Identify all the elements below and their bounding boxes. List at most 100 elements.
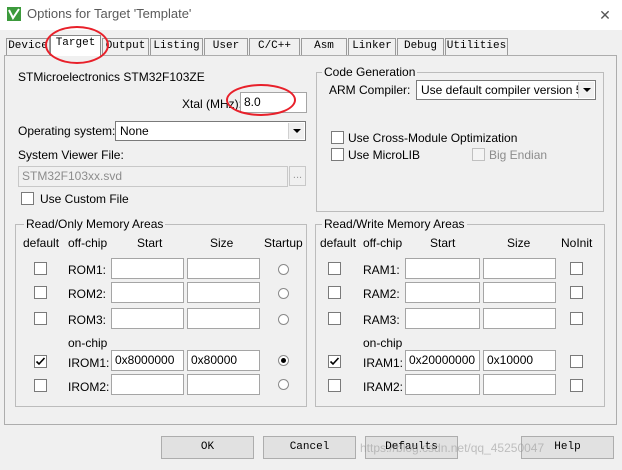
tab-output[interactable]: Output	[102, 38, 149, 55]
tab-asm[interactable]: Asm	[301, 38, 347, 55]
ro-header-offchip: off-chip	[68, 236, 108, 250]
tab-utilities[interactable]: Utilities	[445, 38, 508, 55]
svd-label: System Viewer File:	[18, 148, 124, 162]
rom1-start-input[interactable]	[111, 258, 184, 279]
ram2-start-input[interactable]	[405, 282, 480, 303]
rw-header-default: default	[320, 236, 357, 250]
os-select[interactable]: None	[115, 121, 306, 141]
xtal-label: Xtal (MHz):	[182, 97, 242, 111]
ram3-default-checkbox[interactable]	[328, 312, 341, 325]
rw-header-offchip: off-chip	[363, 236, 403, 250]
watermark: https://blog.csdn.net/qq_45250047	[360, 441, 545, 455]
ro-header-default: default	[23, 236, 60, 250]
iram1-label: IRAM1:	[363, 356, 404, 370]
rom3-start-input[interactable]	[111, 308, 184, 329]
code-generation-label: Code Generation	[322, 65, 418, 79]
ram2-default-checkbox[interactable]	[328, 286, 341, 299]
ram3-start-input[interactable]	[405, 308, 480, 329]
ram3-label: RAM3:	[363, 313, 400, 327]
rom3-startup-radio[interactable]	[278, 314, 289, 325]
irom1-label: IROM1:	[68, 356, 110, 370]
rom3-default-checkbox[interactable]	[34, 312, 47, 325]
rom1-label: ROM1:	[68, 263, 107, 277]
rom2-default-checkbox[interactable]	[34, 286, 47, 299]
rw-header-size: Size	[507, 236, 531, 250]
rom1-startup-radio[interactable]	[278, 264, 289, 275]
cross-module-optimization-checkbox[interactable]	[331, 131, 344, 144]
ram1-default-checkbox[interactable]	[328, 262, 341, 275]
rom1-size-input[interactable]	[187, 258, 260, 279]
rom2-size-input[interactable]	[187, 282, 260, 303]
arm-compiler-label: ARM Compiler:	[329, 83, 411, 97]
tab-listing[interactable]: Listing	[150, 38, 203, 55]
window-title: Options for Target 'Template'	[27, 6, 192, 21]
iram2-default-checkbox[interactable]	[328, 379, 341, 392]
use-custom-file-label: Use Custom File	[40, 192, 129, 206]
chevron-down-icon	[578, 82, 594, 98]
ok-button[interactable]: OK	[161, 436, 254, 459]
arm-compiler-select[interactable]: Use default compiler version 5	[416, 80, 596, 100]
tab-device[interactable]: Device	[6, 38, 50, 55]
tab-debug[interactable]: Debug	[397, 38, 444, 55]
ram3-noinit-checkbox[interactable]	[570, 312, 583, 325]
iram2-noinit-checkbox[interactable]	[570, 379, 583, 392]
os-label: Operating system:	[18, 124, 116, 138]
ram2-size-input[interactable]	[483, 282, 556, 303]
ram1-noinit-checkbox[interactable]	[570, 262, 583, 275]
irom2-default-checkbox[interactable]	[34, 379, 47, 392]
cancel-button[interactable]: Cancel	[263, 436, 356, 459]
ro-header-start: Start	[137, 236, 163, 250]
tab-linker[interactable]: Linker	[348, 38, 396, 55]
close-button[interactable]: ✕	[590, 2, 620, 28]
ram2-noinit-checkbox[interactable]	[570, 286, 583, 299]
ram1-label: RAM1:	[363, 263, 400, 277]
radio-selected-dot	[281, 358, 286, 363]
checkmark-icon	[329, 357, 340, 366]
iram2-size-input[interactable]	[483, 374, 556, 395]
cross-module-optimization-label: Use Cross-Module Optimization	[348, 131, 518, 145]
xtal-input[interactable]: 8.0	[240, 92, 307, 113]
tab-user[interactable]: User	[204, 38, 248, 55]
tab-cpp[interactable]: C/C++	[249, 38, 300, 55]
big-endian-checkbox	[472, 148, 485, 161]
microlib-label: Use MicroLIB	[348, 148, 421, 162]
readwrite-memory-label: Read/Write Memory Areas	[322, 217, 467, 231]
irom2-start-input[interactable]	[111, 374, 184, 395]
svd-file-input: STM32F103xx.svd	[18, 166, 288, 187]
irom1-size-input[interactable]: 0x80000	[187, 350, 260, 371]
close-icon: ✕	[599, 6, 611, 23]
rom3-size-input[interactable]	[187, 308, 260, 329]
keil-app-icon	[7, 7, 21, 21]
iram2-start-input[interactable]	[405, 374, 480, 395]
ram2-label: RAM2:	[363, 287, 400, 301]
iram1-size-input[interactable]: 0x10000	[483, 350, 556, 371]
irom2-size-input[interactable]	[187, 374, 260, 395]
rom2-label: ROM2:	[68, 287, 107, 301]
rw-header-noinit: NoInit	[561, 236, 593, 250]
ram1-size-input[interactable]	[483, 258, 556, 279]
rw-onchip-label: on-chip	[363, 336, 403, 350]
ro-header-startup: Startup	[264, 236, 303, 250]
checkmark-icon	[35, 357, 46, 366]
title-bar: Options for Target 'Template' ✕	[0, 0, 622, 30]
irom2-startup-radio[interactable]	[278, 379, 289, 390]
big-endian-label: Big Endian	[489, 148, 548, 162]
iram1-noinit-checkbox[interactable]	[570, 355, 583, 368]
microlib-checkbox[interactable]	[331, 148, 344, 161]
iram1-start-input[interactable]: 0x20000000	[405, 350, 480, 371]
ram3-size-input[interactable]	[483, 308, 556, 329]
irom1-start-input[interactable]: 0x8000000	[111, 350, 184, 371]
iram1-default-checkbox[interactable]	[328, 355, 341, 368]
chevron-down-icon	[288, 123, 304, 139]
tab-target[interactable]: Target	[50, 35, 101, 56]
use-custom-file-checkbox[interactable]	[21, 192, 34, 205]
irom1-default-checkbox[interactable]	[34, 355, 47, 368]
rom2-startup-radio[interactable]	[278, 288, 289, 299]
rom1-default-checkbox[interactable]	[34, 262, 47, 275]
ram1-start-input[interactable]	[405, 258, 480, 279]
rom2-start-input[interactable]	[111, 282, 184, 303]
device-name: STMicroelectronics STM32F103ZE	[18, 70, 205, 84]
ro-header-size: Size	[210, 236, 234, 250]
irom1-startup-radio[interactable]	[278, 355, 289, 366]
svd-browse-button: ...	[289, 166, 306, 186]
